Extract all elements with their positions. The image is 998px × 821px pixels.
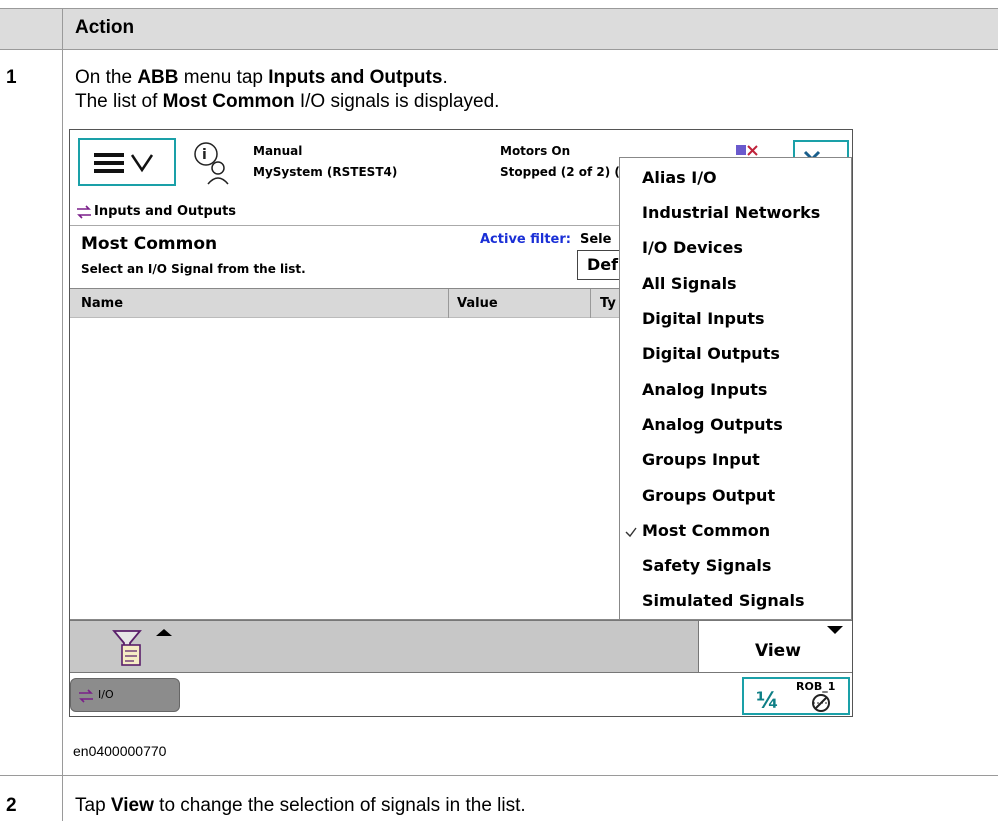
taskbar-io-tab[interactable]: I/O: [70, 678, 180, 712]
step-2-text: Tap View to change the selection of sign…: [75, 795, 526, 816]
quickset-button[interactable]: ROB_1 ¼: [742, 677, 850, 715]
status-system: MySystem (RSTEST4): [253, 165, 398, 179]
flexpendant-screen: i Manual MySystem (RSTEST4) Motors On St…: [69, 129, 853, 717]
step-1-line-2: The list of Most Common I/O signals is d…: [75, 91, 500, 112]
inputs-outputs-icon: [77, 205, 91, 219]
taskbar-io-label: I/O: [98, 688, 114, 701]
status-mode: Manual: [253, 144, 303, 158]
view-menu-item[interactable]: Safety Signals: [642, 556, 771, 575]
column-type: Ty: [600, 296, 616, 311]
abb-menu-button[interactable]: [78, 138, 176, 186]
view-menu-item[interactable]: Simulated Signals: [642, 591, 805, 610]
view-menu-item-selected[interactable]: Most Common: [642, 521, 770, 540]
svg-text:i: i: [202, 147, 207, 163]
view-menu-item[interactable]: All Signals: [642, 274, 737, 293]
view-label: View: [755, 641, 801, 661]
view-menu-item[interactable]: Groups Input: [642, 450, 760, 469]
view-menu-item[interactable]: Digital Inputs: [642, 309, 765, 328]
view-menu-item[interactable]: Industrial Networks: [642, 203, 820, 222]
active-filter-label: Active filter:: [480, 232, 571, 247]
page-heading: Most Common: [81, 234, 218, 254]
view-menu-item[interactable]: Analog Inputs: [642, 380, 767, 399]
hamburger-menu-icon: [94, 153, 154, 173]
status-state: Stopped (2 of 2) (: [500, 165, 620, 179]
table-border-top: [0, 8, 998, 9]
view-menu-item[interactable]: Analog Outputs: [642, 415, 783, 434]
status-motors: Motors On: [500, 144, 571, 158]
inputs-outputs-icon: [79, 689, 93, 703]
column-name: Name: [81, 296, 124, 311]
coordinate-system-icon: [812, 694, 830, 712]
taskbar: I/O ROB_1 ¼: [70, 672, 852, 716]
rob-label: ROB_1: [796, 680, 836, 693]
step-number-1: 1: [6, 67, 17, 88]
filter-icon[interactable]: [112, 627, 184, 669]
table-border-header: [0, 49, 998, 50]
select-label: Sele: [580, 232, 612, 247]
view-dropdown-menu: Alias I/O Industrial Networks I/O Device…: [619, 157, 852, 620]
table-border-column: [62, 8, 63, 821]
column-value: Value: [457, 296, 498, 311]
event-log-icon[interactable]: i: [188, 140, 232, 186]
app-title: Inputs and Outputs: [94, 204, 237, 219]
view-menu-item[interactable]: I/O Devices: [642, 238, 743, 257]
view-menu-item[interactable]: Digital Outputs: [642, 344, 780, 363]
checkmark-icon: [625, 527, 637, 538]
table-border-row: [0, 775, 998, 776]
view-menu-item[interactable]: Alias I/O: [642, 168, 717, 187]
figure-caption: en0400000770: [73, 743, 167, 759]
step-number-2: 2: [6, 795, 17, 816]
step-1-line-1: On the ABB menu tap Inputs and Outputs.: [75, 67, 448, 88]
view-button[interactable]: View: [698, 620, 852, 672]
table-header-row: [0, 8, 998, 49]
page-subheading: Select an I/O Signal from the list.: [81, 262, 306, 276]
table-header-action: Action: [75, 17, 135, 38]
view-caret-down-icon: [827, 626, 843, 634]
view-menu-item[interactable]: Groups Output: [642, 486, 775, 505]
increment-icon: ¼: [756, 689, 779, 714]
